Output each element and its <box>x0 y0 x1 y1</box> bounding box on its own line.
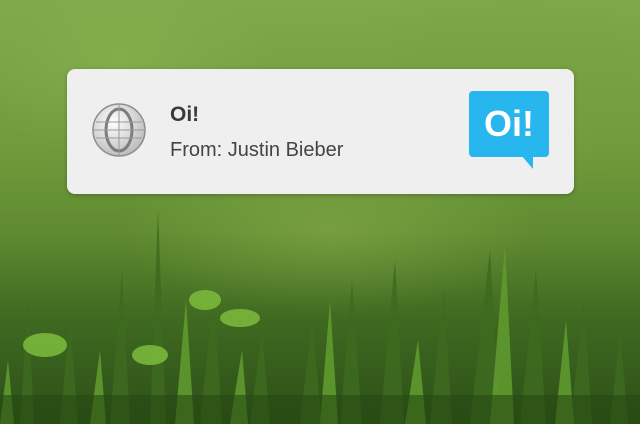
grass-background <box>0 210 640 424</box>
notification-banner[interactable]: Oi! From: Justin Bieber Oi! <box>67 69 574 194</box>
notification-title: Oi! <box>170 103 200 126</box>
opera-icon <box>91 102 147 158</box>
speech-bubble-icon: Oi! <box>469 91 551 171</box>
speech-bubble-tail <box>521 155 533 169</box>
desktop-wallpaper <box>0 0 640 424</box>
speech-bubble-text: Oi! <box>484 103 534 144</box>
notification-message: From: Justin Bieber <box>170 139 344 161</box>
